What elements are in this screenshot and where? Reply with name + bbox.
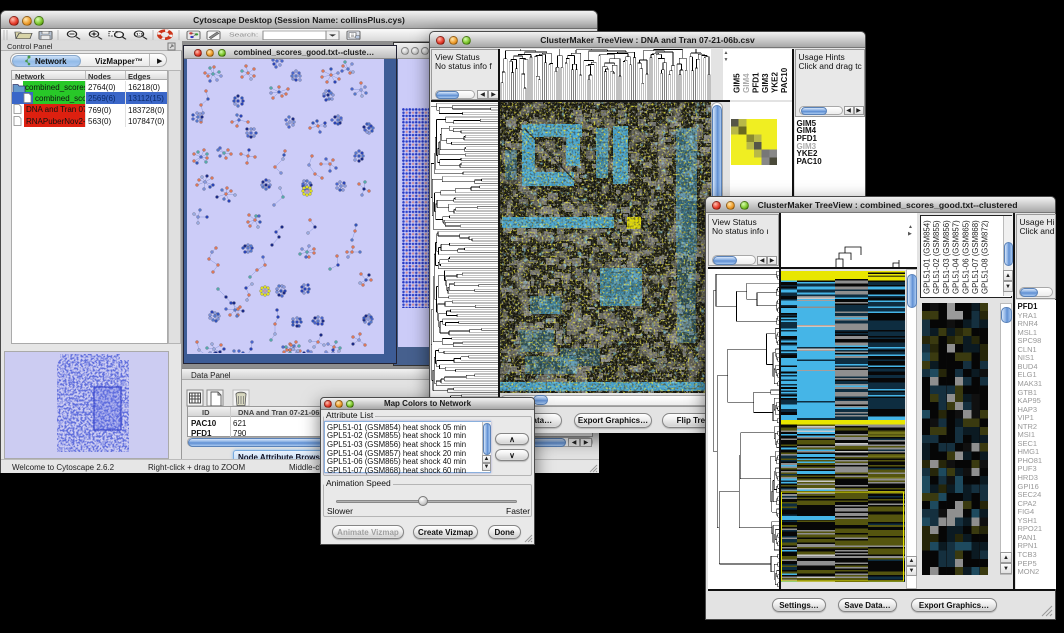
svg-text:GPL51-01 (GSM854): GPL51-01 (GSM854) xyxy=(923,220,932,294)
svg-text:PAC10: PAC10 xyxy=(780,67,789,93)
svg-text:GIM5: GIM5 xyxy=(733,73,742,93)
svg-text:GPL51-06 (GSM865): GPL51-06 (GSM865) xyxy=(961,220,970,294)
svg-text:GPL51-02 (GSM855): GPL51-02 (GSM855) xyxy=(932,220,941,294)
svg-text:1:1: 1:1 xyxy=(136,33,144,37)
svg-text:GIM4: GIM4 xyxy=(742,73,751,93)
svg-text:GPL51-07 (GSM868): GPL51-07 (GSM868) xyxy=(971,220,980,294)
svg-text:Search:: Search: xyxy=(229,31,258,38)
svg-text:PFD1: PFD1 xyxy=(752,72,761,93)
svg-text:GPL51-04 (GSM857): GPL51-04 (GSM857) xyxy=(952,220,961,294)
svg-text:GPL51-08 (GSM872): GPL51-08 (GSM872) xyxy=(981,220,990,294)
svg-text:GPL51-03 (GSM856): GPL51-03 (GSM856) xyxy=(942,220,951,294)
svg-text:GIM3: GIM3 xyxy=(761,73,770,93)
svg-text:YKE2: YKE2 xyxy=(771,72,780,93)
